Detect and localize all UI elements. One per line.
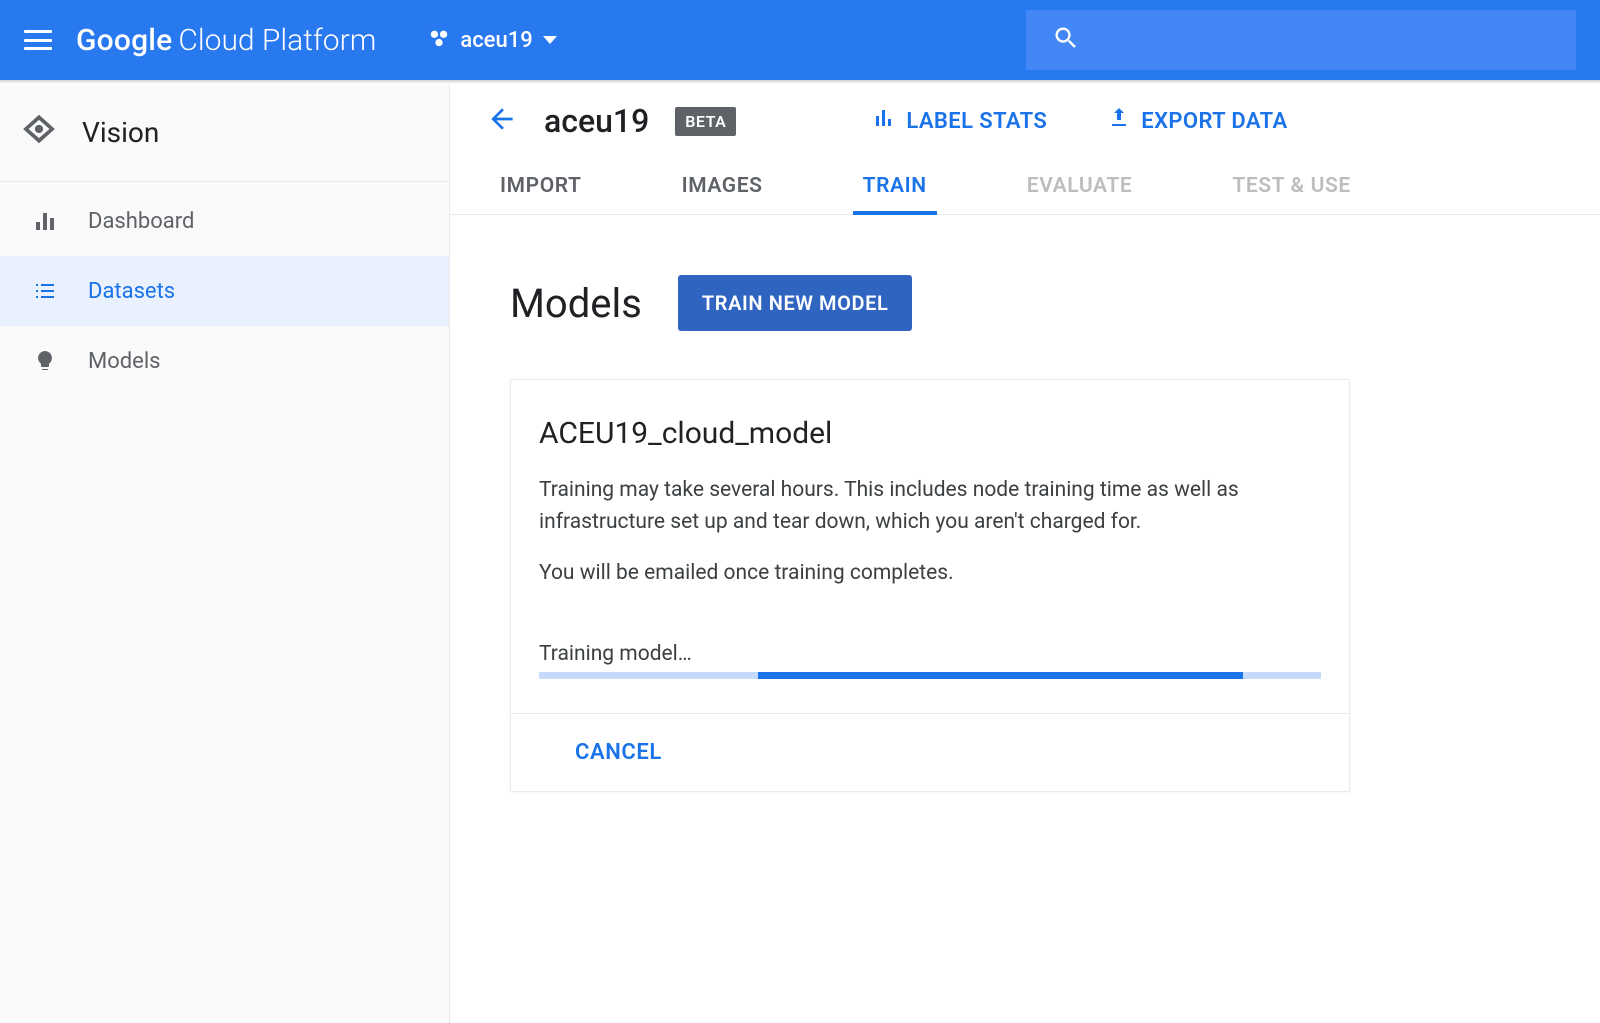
dashboard-icon [32, 208, 58, 234]
page-header: aceu19 BETA LABEL STATS EXPORT DATA [450, 84, 1600, 158]
model-name: ACEU19_cloud_model [539, 416, 1321, 451]
back-arrow-icon[interactable] [486, 103, 518, 139]
train-new-model-button[interactable]: TRAIN NEW MODEL [678, 275, 913, 331]
tab-test-use: TEST & USE [1232, 158, 1351, 214]
progress-label: Training model… [539, 642, 1321, 666]
content: Models TRAIN NEW MODEL ACEU19_cloud_mode… [450, 215, 1600, 852]
sidebar-item-models[interactable]: Models [0, 326, 449, 396]
gcp-header: Google Cloud Platform aceu19 [0, 0, 1600, 80]
label-stats-text: LABEL STATS [906, 109, 1047, 134]
tab-import[interactable]: IMPORT [500, 158, 582, 214]
vision-icon [20, 110, 58, 155]
training-desc-1: Training may take several hours. This in… [539, 475, 1321, 538]
product-title-text: Vision [82, 116, 159, 149]
export-icon [1107, 106, 1131, 136]
app-body: Vision Dashboard Datasets Models [0, 84, 1600, 1023]
search-input[interactable] [1026, 10, 1576, 70]
project-name: aceu19 [460, 28, 532, 53]
beta-badge: BETA [675, 107, 736, 136]
sidebar-item-datasets[interactable]: Datasets [0, 256, 449, 326]
main: aceu19 BETA LABEL STATS EXPORT DATA [450, 84, 1600, 1023]
models-header-row: Models TRAIN NEW MODEL [510, 275, 1540, 331]
search-icon [1052, 24, 1080, 56]
project-switcher[interactable]: aceu19 [428, 27, 556, 53]
logo-cloud-platform: Cloud Platform [178, 23, 376, 58]
sidebar-item-label: Datasets [88, 279, 175, 304]
logo-google: Google [76, 23, 172, 58]
export-data-button[interactable]: EXPORT DATA [1107, 106, 1287, 136]
bar-chart-icon [872, 106, 896, 136]
tabs: IMPORT IMAGES TRAIN EVALUATE TEST & USE [450, 158, 1600, 215]
models-heading: Models [510, 280, 642, 327]
sidebar-item-label: Models [88, 349, 161, 374]
header-actions: LABEL STATS EXPORT DATA [872, 106, 1287, 136]
model-card-body: ACEU19_cloud_model Training may take sev… [511, 380, 1349, 713]
model-card-actions: CANCEL [511, 713, 1349, 791]
tab-images[interactable]: IMAGES [682, 158, 763, 214]
sidebar-item-dashboard[interactable]: Dashboard [0, 186, 449, 256]
chevron-down-icon [543, 36, 557, 44]
training-progress-bar [539, 672, 1321, 679]
list-icon [32, 278, 58, 304]
export-data-text: EXPORT DATA [1141, 109, 1287, 134]
progress-bar-fill [758, 672, 1243, 679]
dataset-name: aceu19 [544, 102, 649, 140]
product-title: Vision [0, 84, 449, 182]
lightbulb-icon [32, 348, 58, 374]
sidebar: Vision Dashboard Datasets Models [0, 84, 450, 1023]
project-icon [428, 27, 450, 53]
model-card: ACEU19_cloud_model Training may take sev… [510, 379, 1350, 792]
hamburger-menu-icon[interactable] [24, 30, 52, 50]
tab-evaluate: EVALUATE [1027, 158, 1133, 214]
label-stats-button[interactable]: LABEL STATS [872, 106, 1047, 136]
gcp-logo[interactable]: Google Cloud Platform [76, 23, 376, 58]
cancel-button[interactable]: CANCEL [547, 740, 690, 765]
sidebar-item-label: Dashboard [88, 209, 194, 234]
side-nav: Dashboard Datasets Models [0, 182, 449, 396]
training-desc-2: You will be emailed once training comple… [539, 558, 1321, 590]
tab-train[interactable]: TRAIN [863, 158, 927, 214]
